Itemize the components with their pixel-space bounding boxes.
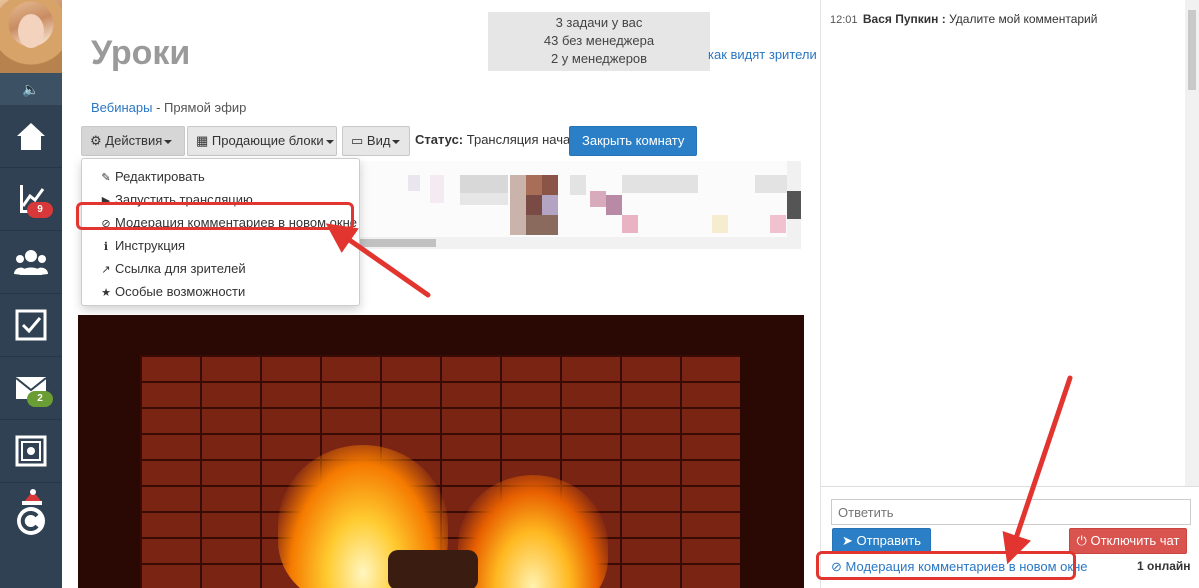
monitor-icon: ▭ xyxy=(351,133,364,148)
webinar-page: 🔈 9 2 Уроки 3 задачи у вас 43 без менедж… xyxy=(0,0,1199,588)
stream-status: Статус: Трансляция начата xyxy=(415,132,583,147)
tasks-managers: 2 у менеджеров xyxy=(550,51,648,66)
tasks-icon xyxy=(15,309,47,341)
menu-item-viewer-link[interactable]: ↗ Ссылка для зрителей xyxy=(82,257,359,280)
blocks-label: Продающие блоки xyxy=(211,133,324,148)
sound-icon[interactable]: 🔈 xyxy=(0,73,62,105)
highlight-box-menu xyxy=(76,202,354,230)
sidebar-item-users[interactable] xyxy=(0,231,62,294)
disable-chat-button[interactable]: ⏻ Отключить чат xyxy=(1069,528,1187,554)
avatar[interactable] xyxy=(0,0,62,73)
sidebar-item-safe[interactable] xyxy=(0,420,62,483)
external-link-icon: ↗ xyxy=(101,264,111,276)
menu-item-edit[interactable]: ✎ Редактировать xyxy=(82,165,359,188)
strip-scrollbar[interactable] xyxy=(360,237,801,249)
sidebar-item-tasks[interactable] xyxy=(0,294,62,357)
online-count: 1 онлайн xyxy=(1137,559,1191,573)
strip-next-arrow[interactable] xyxy=(787,191,801,219)
view-button[interactable]: ▭ Вид xyxy=(342,126,410,156)
message-author[interactable]: Вася Пупкин : xyxy=(863,12,946,26)
caret-down-icon xyxy=(392,139,401,144)
message-text: Удалите мой комментарий xyxy=(949,12,1098,26)
disable-label: Отключить чат xyxy=(1090,533,1180,548)
grid-icon: ▦ xyxy=(196,133,209,148)
pixelated-content xyxy=(360,161,801,237)
actions-dropdown-button[interactable]: ⚙ Действия xyxy=(81,126,185,156)
mail-badge: 2 xyxy=(27,391,53,407)
sidebar-item-stats[interactable]: 9 xyxy=(0,168,62,231)
video-player[interactable] xyxy=(78,315,804,588)
caret-down-icon xyxy=(164,139,173,144)
chat-panel: 12:01 Вася Пупкин : Удалите мой коммента… xyxy=(820,0,1199,588)
chat-scrollbar-thumb[interactable] xyxy=(1188,10,1196,90)
tasks-no-manager: 43 без менеджера xyxy=(543,33,655,48)
home-icon xyxy=(17,123,45,150)
sidebar-item-mail[interactable]: 2 xyxy=(0,357,62,420)
sidebar-item-home[interactable] xyxy=(0,105,62,168)
status-value: Трансляция начата xyxy=(466,132,583,147)
power-icon: ⏻ xyxy=(1076,533,1087,548)
brand-icon xyxy=(17,488,45,535)
menu-item-special[interactable]: ★ Особые возможности xyxy=(82,280,359,303)
menu-item-instruction[interactable]: ℹ Инструкция xyxy=(82,234,359,257)
breadcrumb-separator: - xyxy=(156,100,161,115)
caret-down-icon xyxy=(325,139,334,144)
main-content: Уроки 3 задачи у вас 43 без менеджера 2 … xyxy=(62,0,819,588)
users-icon xyxy=(14,250,48,275)
reply-input[interactable] xyxy=(831,499,1191,525)
actions-dropdown-menu: ✎ Редактировать ▶ Запустить трансляцию ⊘ Мо… xyxy=(81,158,360,306)
stats-badge: 9 xyxy=(27,202,53,218)
menu-item-label: Ссылка для зрителей xyxy=(115,261,246,276)
log xyxy=(388,550,478,588)
status-label: Статус: xyxy=(415,132,464,147)
breadcrumb-webinars[interactable]: Вебинары xyxy=(91,100,152,115)
chat-scrollbar[interactable] xyxy=(1185,0,1199,486)
tasks-summary[interactable]: 3 задачи у вас 43 без менеджера 2 у мене… xyxy=(488,12,710,71)
close-room-button[interactable]: Закрыть комнату xyxy=(569,126,698,156)
selling-blocks-button[interactable]: ▦ Продающие блоки xyxy=(187,126,337,156)
safe-icon xyxy=(15,435,47,467)
cogs-icon: ⚙ xyxy=(90,133,102,148)
sidebar-item-brand[interactable] xyxy=(0,483,62,546)
tasks-mine: 3 задачи у вас xyxy=(555,15,643,30)
actions-label: Действия xyxy=(105,133,163,148)
left-sidebar: 🔈 9 2 xyxy=(0,0,62,588)
chat-message: 12:01 Вася Пупкин : Удалите мой коммента… xyxy=(830,12,1097,26)
page-title: Уроки xyxy=(91,34,191,72)
menu-item-label: Особые возможности xyxy=(115,284,246,299)
message-time: 12:01 xyxy=(830,14,858,26)
avatar-face xyxy=(18,14,44,48)
breadcrumb-current: Прямой эфир xyxy=(164,100,247,115)
send-icon: ➤ xyxy=(842,533,853,548)
viewers-view-link[interactable]: как видят зрители xyxy=(708,47,817,62)
menu-item-label: Инструкция xyxy=(115,238,185,253)
star-icon: ★ xyxy=(101,287,111,299)
strip-scrollbar-thumb[interactable] xyxy=(360,239,436,247)
breadcrumb: Вебинары - Прямой эфир xyxy=(91,100,246,115)
send-label: Отправить xyxy=(856,533,921,548)
info-icon: ℹ xyxy=(103,241,109,253)
highlight-box-link xyxy=(816,551,1076,580)
view-label: Вид xyxy=(366,133,391,148)
pencil-icon: ✎ xyxy=(101,172,111,184)
menu-item-label: Редактировать xyxy=(115,169,205,184)
